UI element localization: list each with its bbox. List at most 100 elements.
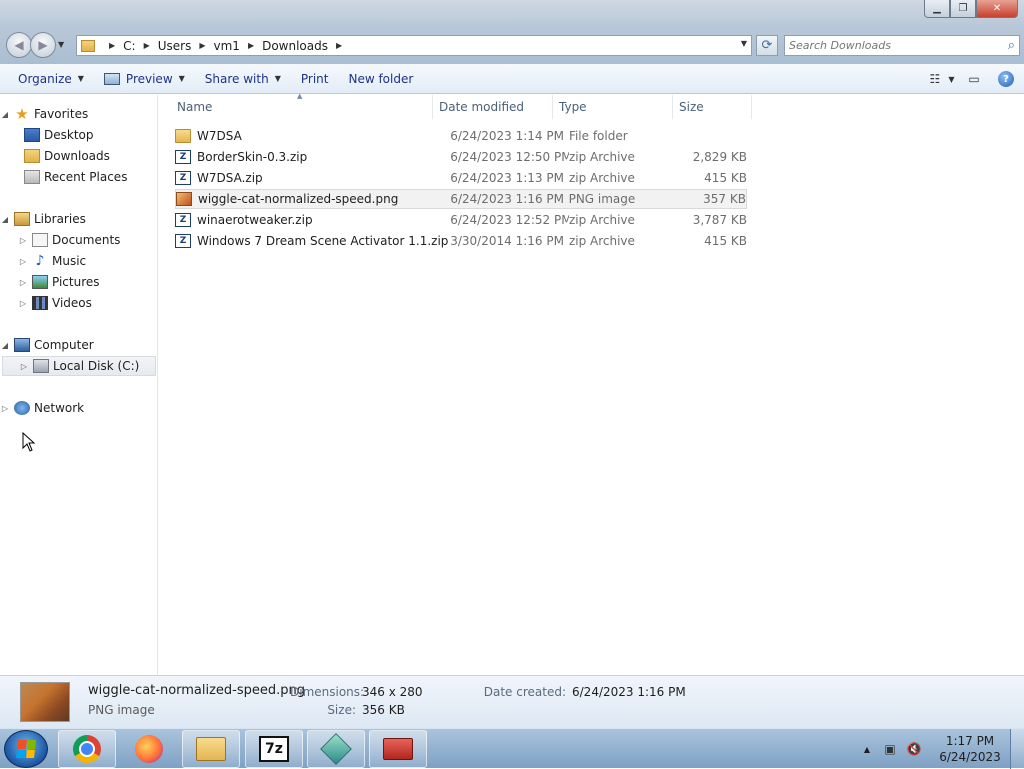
file-size: 415 KB — [704, 171, 747, 185]
search-icon[interactable]: ⌕ — [1008, 38, 1015, 53]
collapsed-triangle-icon[interactable]: ▷ — [18, 257, 28, 266]
change-view-button[interactable]: ☷ ▼ — [930, 67, 955, 91]
file-date: 6/24/2023 12:52 PM — [450, 213, 569, 227]
downloads-folder-icon — [24, 149, 40, 163]
taskbar: 7z ▲ ▣ 🔇 1:17 PM 6/24/2023 — [0, 728, 1024, 769]
nav-favorites[interactable]: ◢ ★ Favorites — [0, 104, 157, 124]
maximize-button[interactable]: ❐ — [950, 0, 976, 18]
breadcrumb-item[interactable]: C: — [123, 39, 135, 53]
chevron-right-icon[interactable]: ▶ — [144, 41, 150, 50]
show-desktop-button[interactable] — [1010, 729, 1024, 769]
search-input[interactable] — [789, 39, 999, 52]
new-folder-label: New folder — [348, 71, 414, 86]
taskbar-7zip[interactable]: 7z — [245, 730, 303, 768]
file-name: W7DSA.zip — [197, 171, 263, 185]
address-bar[interactable]: ▶ C: ▶ Users ▶ vm1 ▶ Downloads ▶ ▼ — [76, 35, 752, 56]
file-row-selected[interactable]: wiggle-cat-normalized-speed.png 6/24/202… — [175, 189, 747, 209]
navigation-pane: ◢ ★ Favorites Desktop Downloads Recent P… — [0, 95, 158, 675]
file-size: 357 KB — [703, 192, 746, 206]
breadcrumb-item[interactable]: vm1 — [214, 39, 240, 53]
file-list: ▲ Name Date modified Type Size W7DSA 6/2… — [159, 92, 1024, 675]
recent-pages-dropdown[interactable]: ▼ — [58, 40, 64, 58]
new-folder-button[interactable]: New folder — [338, 67, 423, 91]
network-icon — [14, 401, 30, 415]
forward-button[interactable]: ▶ — [30, 32, 56, 58]
preview-button[interactable]: Preview ▼ — [94, 67, 195, 91]
file-row[interactable]: W7DSA 6/24/2023 1:14 PM File folder — [175, 126, 747, 146]
nav-desktop[interactable]: Desktop — [0, 125, 157, 145]
file-row[interactable]: Z Windows 7 Dream Scene Activator 1.1.zi… — [175, 231, 747, 251]
nav-downloads[interactable]: Downloads — [0, 146, 157, 166]
nav-libraries[interactable]: ◢ Libraries — [0, 209, 157, 229]
chrome-icon — [73, 735, 101, 763]
taskbar-chrome[interactable] — [58, 730, 116, 768]
file-date: 6/24/2023 1:16 PM — [450, 192, 565, 206]
preview-pane-button[interactable]: ▭ — [962, 67, 986, 91]
expanded-triangle-icon[interactable]: ◢ — [0, 341, 10, 350]
nav-local-disk[interactable]: ▷ Local Disk (C:) — [2, 356, 156, 376]
minimize-button[interactable]: ▁ — [924, 0, 950, 18]
chevron-right-icon[interactable]: ▶ — [109, 41, 115, 50]
nav-computer[interactable]: ◢ Computer — [0, 335, 157, 355]
chevron-right-icon[interactable]: ▶ — [199, 41, 205, 50]
expanded-triangle-icon[interactable]: ◢ — [0, 215, 10, 224]
file-name: winaerotweaker.zip — [197, 213, 313, 227]
address-dropdown-icon[interactable]: ▼ — [741, 39, 747, 48]
column-label: Type — [559, 100, 587, 114]
taskbar-firefox[interactable] — [120, 730, 178, 768]
collapsed-triangle-icon[interactable]: ▷ — [18, 299, 28, 308]
nav-label: Videos — [52, 296, 92, 310]
nav-label: Music — [52, 254, 87, 268]
expanded-triangle-icon[interactable]: ◢ — [0, 110, 10, 119]
taskbar-app-cubes[interactable] — [307, 730, 365, 768]
nav-videos[interactable]: ▷ Videos — [0, 293, 157, 313]
column-label: Date modified — [439, 100, 525, 114]
collapsed-triangle-icon[interactable]: ▷ — [19, 362, 29, 371]
file-type: zip Archive — [568, 213, 635, 227]
collapsed-triangle-icon[interactable]: ▷ — [18, 278, 28, 287]
help-button[interactable]: ? — [994, 67, 1018, 91]
documents-icon — [32, 233, 48, 247]
collapsed-triangle-icon[interactable]: ▷ — [0, 404, 10, 413]
file-type: zip Archive — [568, 234, 635, 248]
taskbar-explorer[interactable] — [182, 730, 240, 768]
column-size[interactable]: Size — [673, 95, 752, 119]
collapsed-triangle-icon[interactable]: ▷ — [18, 236, 28, 245]
nav-network[interactable]: ▷ Network — [0, 398, 157, 418]
print-button[interactable]: Print — [291, 67, 339, 91]
organize-button[interactable]: Organize ▼ — [0, 67, 94, 91]
nav-music[interactable]: ▷ ♪ Music — [0, 251, 157, 271]
file-size: 3,787 KB — [692, 213, 747, 227]
start-button[interactable] — [4, 730, 48, 768]
file-date: 6/24/2023 1:14 PM — [450, 129, 564, 143]
clock-time: 1:17 PM — [945, 734, 995, 748]
file-size: 2,829 KB — [692, 150, 747, 164]
toolbox-icon — [383, 738, 413, 760]
file-row[interactable]: Z winaerotweaker.zip 6/24/2023 12:52 PM … — [175, 210, 747, 230]
breadcrumb-item[interactable]: Downloads — [262, 39, 328, 53]
chevron-right-icon[interactable]: ▶ — [248, 41, 254, 50]
file-row[interactable]: Z W7DSA.zip 6/24/2023 1:13 PM zip Archiv… — [175, 168, 747, 188]
nav-recent-places[interactable]: Recent Places — [0, 167, 157, 187]
column-type[interactable]: Type — [553, 95, 673, 119]
file-row[interactable]: Z BorderSkin-0.3.zip 6/24/2023 12:50 PM … — [175, 147, 747, 167]
volume-muted-icon[interactable]: 🔇 — [906, 741, 922, 757]
share-with-button[interactable]: Share with ▼ — [195, 67, 291, 91]
column-date-modified[interactable]: Date modified — [433, 95, 553, 119]
show-hidden-icons-button[interactable]: ▲ — [864, 745, 870, 754]
breadcrumb: ▶ C: ▶ Users ▶ vm1 ▶ Downloads ▶ — [101, 39, 350, 53]
taskbar-app-toolbox[interactable] — [369, 730, 427, 768]
clock[interactable]: 1:17 PM 6/24/2023 — [930, 733, 1010, 765]
network-status-icon[interactable]: ▣ — [882, 741, 898, 757]
breadcrumb-item[interactable]: Users — [158, 39, 192, 53]
title-bar: ▁ ❐ ✕ ◀ ▶ ▼ ▶ C: ▶ Users ▶ vm1 ▶ Downloa… — [0, 0, 1024, 64]
chevron-right-icon[interactable]: ▶ — [336, 41, 342, 50]
nav-documents[interactable]: ▷ Documents — [0, 230, 157, 250]
close-button[interactable]: ✕ — [976, 0, 1018, 18]
refresh-button[interactable]: ⟳ — [756, 35, 778, 56]
nav-pictures[interactable]: ▷ Pictures — [0, 272, 157, 292]
column-name[interactable]: ▲ Name — [159, 92, 433, 119]
zip-icon: Z — [175, 213, 191, 227]
recent-places-icon — [24, 170, 40, 184]
back-button[interactable]: ◀ — [6, 32, 32, 58]
